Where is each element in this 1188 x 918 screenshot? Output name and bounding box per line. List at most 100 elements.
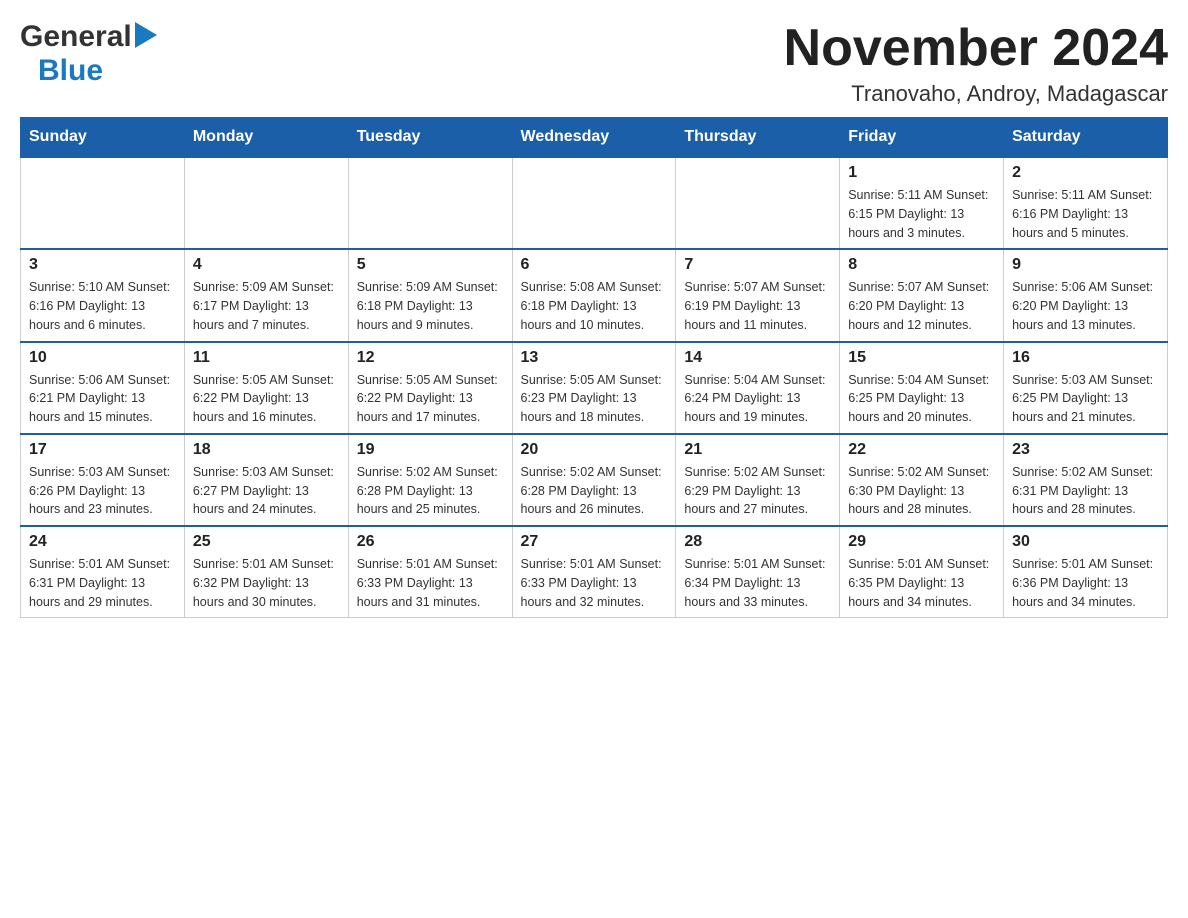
day-number: 11 [193,349,340,367]
day-number: 22 [848,441,995,459]
logo: General Blue [20,20,157,88]
col-header-monday: Monday [184,118,348,158]
calendar-cell: 27 Sunrise: 5:01 AM Sunset: 6:33 PM Dayli… [512,526,676,618]
logo-general-text: General [20,20,132,54]
day-info: Sunrise: 5:09 AM Sunset: 6:17 PM Dayligh… [193,278,340,334]
calendar-cell: 14 Sunrise: 5:04 AM Sunset: 6:24 PM Dayli… [676,342,840,434]
month-year-title: November 2024 [784,20,1168,77]
day-number: 8 [848,256,995,274]
calendar-header-row: SundayMondayTuesdayWednesdayThursdayFrid… [21,118,1168,158]
calendar-cell: 2 Sunrise: 5:11 AM Sunset: 6:16 PM Daylig… [1004,157,1168,249]
col-header-thursday: Thursday [676,118,840,158]
calendar-week-row: 24Sunrise: 5:01 AM Sunset: 6:31 PM Dayli… [21,526,1168,618]
day-info: Sunrise: 5:01 AM Sunset: 6:33 PM Dayligh… [521,555,668,611]
day-info: Sunrise: 5:01 AM Sunset: 6:34 PM Dayligh… [684,555,831,611]
day-number: 13 [521,349,668,367]
calendar-cell: 7Sunrise: 5:07 AM Sunset: 6:19 PM Daylig… [676,249,840,341]
location-subtitle: Tranovaho, Androy, Madagascar [784,81,1168,107]
page-header: General Blue November 2024 Tranovaho, An… [20,20,1168,107]
calendar-cell: 15 Sunrise: 5:04 AM Sunset: 6:25 PM Dayli… [840,342,1004,434]
day-info: Sunrise: 5:06 AM Sunset: 6:21 PM Dayligh… [29,371,176,427]
day-number: 30 [1012,533,1159,551]
calendar-cell: 1 Sunrise: 5:11 AM Sunset: 6:15 PM Daylig… [840,157,1004,249]
day-number: 4 [193,256,340,274]
day-number: 20 [521,441,668,459]
day-number: 9 [1012,256,1159,274]
day-number: 26 [357,533,504,551]
calendar-cell: 8 Sunrise: 5:07 AM Sunset: 6:20 PM Daylig… [840,249,1004,341]
day-number: 2 [1012,164,1159,182]
calendar-week-row: 17 Sunrise: 5:03 AM Sunset: 6:26 PM Dayli… [21,434,1168,526]
col-header-wednesday: Wednesday [512,118,676,158]
calendar-cell: 4 Sunrise: 5:09 AM Sunset: 6:17 PM Daylig… [184,249,348,341]
day-number: 21 [684,441,831,459]
calendar-cell: 23Sunrise: 5:02 AM Sunset: 6:31 PM Dayli… [1004,434,1168,526]
day-number: 18 [193,441,340,459]
logo-blue-text: Blue [38,54,103,87]
day-info: Sunrise: 5:05 AM Sunset: 6:23 PM Dayligh… [521,371,668,427]
day-info: Sunrise: 5:02 AM Sunset: 6:29 PM Dayligh… [684,463,831,519]
calendar-cell: 24Sunrise: 5:01 AM Sunset: 6:31 PM Dayli… [21,526,185,618]
calendar-cell: 5 Sunrise: 5:09 AM Sunset: 6:18 PM Daylig… [348,249,512,341]
calendar-cell: 18 Sunrise: 5:03 AM Sunset: 6:27 PM Dayli… [184,434,348,526]
day-number: 29 [848,533,995,551]
day-number: 25 [193,533,340,551]
day-number: 14 [684,349,831,367]
calendar-cell: 22 Sunrise: 5:02 AM Sunset: 6:30 PM Dayli… [840,434,1004,526]
calendar-cell: 28Sunrise: 5:01 AM Sunset: 6:34 PM Dayli… [676,526,840,618]
day-info: Sunrise: 5:08 AM Sunset: 6:18 PM Dayligh… [521,278,668,334]
day-number: 17 [29,441,176,459]
day-number: 5 [357,256,504,274]
day-number: 16 [1012,349,1159,367]
day-number: 15 [848,349,995,367]
calendar-cell: 3 Sunrise: 5:10 AM Sunset: 6:16 PM Daylig… [21,249,185,341]
calendar-cell [348,157,512,249]
day-info: Sunrise: 5:01 AM Sunset: 6:35 PM Dayligh… [848,555,995,611]
calendar-cell: 10 Sunrise: 5:06 AM Sunset: 6:21 PM Dayli… [21,342,185,434]
day-info: Sunrise: 5:01 AM Sunset: 6:32 PM Dayligh… [193,555,340,611]
calendar-cell: 30 Sunrise: 5:01 AM Sunset: 6:36 PM Dayli… [1004,526,1168,618]
calendar-cell: 29 Sunrise: 5:01 AM Sunset: 6:35 PM Dayli… [840,526,1004,618]
day-info: Sunrise: 5:05 AM Sunset: 6:22 PM Dayligh… [193,371,340,427]
day-number: 12 [357,349,504,367]
calendar-cell: 26 Sunrise: 5:01 AM Sunset: 6:33 PM Dayli… [348,526,512,618]
calendar-cell [184,157,348,249]
day-info: Sunrise: 5:03 AM Sunset: 6:25 PM Dayligh… [1012,371,1159,427]
calendar-week-row: 3 Sunrise: 5:10 AM Sunset: 6:16 PM Daylig… [21,249,1168,341]
day-number: 7 [684,256,831,274]
day-info: Sunrise: 5:05 AM Sunset: 6:22 PM Dayligh… [357,371,504,427]
calendar-cell: 20Sunrise: 5:02 AM Sunset: 6:28 PM Dayli… [512,434,676,526]
day-info: Sunrise: 5:03 AM Sunset: 6:27 PM Dayligh… [193,463,340,519]
day-number: 3 [29,256,176,274]
calendar-cell: 17 Sunrise: 5:03 AM Sunset: 6:26 PM Dayli… [21,434,185,526]
day-info: Sunrise: 5:01 AM Sunset: 6:33 PM Dayligh… [357,555,504,611]
day-info: Sunrise: 5:03 AM Sunset: 6:26 PM Dayligh… [29,463,176,519]
day-info: Sunrise: 5:07 AM Sunset: 6:20 PM Dayligh… [848,278,995,334]
day-info: Sunrise: 5:06 AM Sunset: 6:20 PM Dayligh… [1012,278,1159,334]
day-info: Sunrise: 5:11 AM Sunset: 6:16 PM Dayligh… [1012,186,1159,242]
calendar-cell [512,157,676,249]
day-number: 10 [29,349,176,367]
col-header-tuesday: Tuesday [348,118,512,158]
col-header-saturday: Saturday [1004,118,1168,158]
calendar-cell: 9 Sunrise: 5:06 AM Sunset: 6:20 PM Daylig… [1004,249,1168,341]
calendar-table: SundayMondayTuesdayWednesdayThursdayFrid… [20,117,1168,618]
day-info: Sunrise: 5:04 AM Sunset: 6:24 PM Dayligh… [684,371,831,427]
day-info: Sunrise: 5:11 AM Sunset: 6:15 PM Dayligh… [848,186,995,242]
col-header-sunday: Sunday [21,118,185,158]
day-number: 6 [521,256,668,274]
calendar-cell: 13 Sunrise: 5:05 AM Sunset: 6:23 PM Dayli… [512,342,676,434]
day-number: 27 [521,533,668,551]
calendar-cell: 12 Sunrise: 5:05 AM Sunset: 6:22 PM Dayli… [348,342,512,434]
day-number: 19 [357,441,504,459]
logo-arrow-icon [135,22,157,53]
day-info: Sunrise: 5:10 AM Sunset: 6:16 PM Dayligh… [29,278,176,334]
day-number: 1 [848,164,995,182]
day-info: Sunrise: 5:02 AM Sunset: 6:30 PM Dayligh… [848,463,995,519]
day-info: Sunrise: 5:09 AM Sunset: 6:18 PM Dayligh… [357,278,504,334]
day-info: Sunrise: 5:02 AM Sunset: 6:31 PM Dayligh… [1012,463,1159,519]
day-number: 24 [29,533,176,551]
calendar-cell: 16 Sunrise: 5:03 AM Sunset: 6:25 PM Dayli… [1004,342,1168,434]
day-info: Sunrise: 5:04 AM Sunset: 6:25 PM Dayligh… [848,371,995,427]
day-info: Sunrise: 5:01 AM Sunset: 6:36 PM Dayligh… [1012,555,1159,611]
